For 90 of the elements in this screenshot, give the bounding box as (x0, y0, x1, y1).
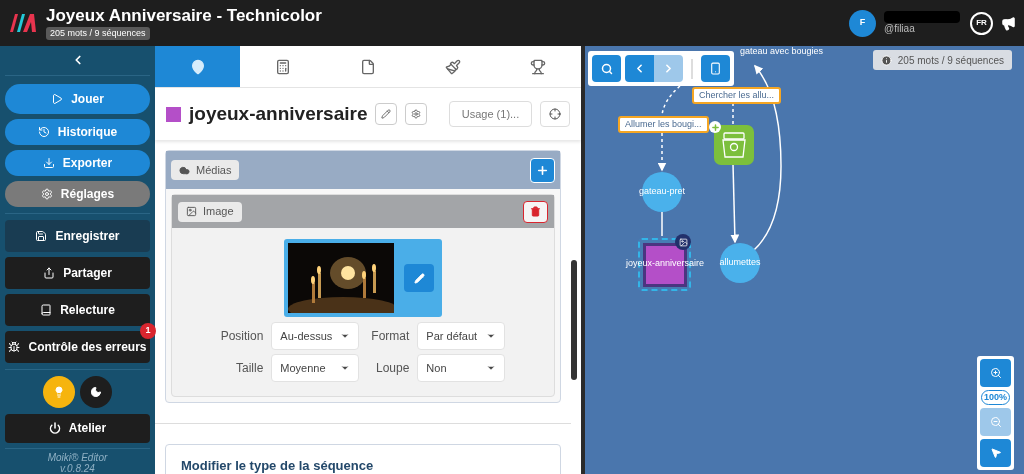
node-label: joyeux-anniversaire (624, 258, 705, 269)
stats-badge: 205 mots / 9 séquences (46, 27, 150, 40)
add-button[interactable] (530, 157, 555, 183)
zoom-out-icon (989, 416, 1002, 428)
dropdown[interactable]: Par défaut (417, 322, 506, 350)
preview-button[interactable] (701, 55, 730, 82)
info-icon (880, 54, 892, 66)
editor-tab[interactable] (155, 46, 241, 87)
delete-button[interactable] (523, 200, 548, 223)
image-icon (186, 206, 197, 217)
dropdown[interactable]: Au-dessus (271, 322, 360, 350)
section-title: Modifier le type de la séquence (181, 458, 374, 473)
brush-icon (445, 58, 462, 75)
search-icon (600, 62, 613, 75)
usage-button[interactable]: Usage (1)... (449, 101, 532, 127)
caret-icon (340, 363, 351, 373)
caret-icon (340, 331, 351, 341)
power-icon (48, 422, 61, 435)
zoom-in-button[interactable] (980, 358, 1011, 387)
crosshair-icon (549, 108, 561, 120)
connector-line (732, 102, 734, 126)
file-icon (360, 58, 376, 75)
trophy-icon (530, 58, 547, 75)
sidebar-button[interactable]: Jouer (5, 83, 150, 114)
pointer-icon (989, 447, 1002, 459)
history-icon (37, 125, 50, 138)
save-icon (35, 229, 48, 242)
sequence-title: joyeux-anniversaire (189, 101, 368, 126)
cloud-icon (179, 164, 190, 176)
bug-icon (8, 340, 21, 353)
node-label: gateau avec bougies (740, 46, 824, 57)
calculator-icon (274, 58, 291, 75)
phone-icon (709, 62, 722, 75)
field-label: Taille (235, 360, 264, 377)
language-button[interactable]: FR (970, 11, 993, 35)
item-node[interactable] (714, 125, 754, 165)
dropdown[interactable]: Non (417, 354, 506, 382)
workshop-button[interactable]: Atelier (5, 413, 150, 443)
matchbox-icon (721, 131, 747, 159)
sidebar-button[interactable]: Réglages (5, 180, 150, 207)
user-avatar[interactable]: F (849, 9, 876, 37)
book-icon (40, 303, 53, 316)
logo-icon (8, 12, 38, 34)
settings-icon (411, 109, 422, 119)
zoom-level: 100% (981, 389, 1010, 405)
project-title: Joyeux Anniversaire - Technicolor (46, 6, 322, 26)
version-text: v.0.8.24 (60, 463, 95, 474)
pencil-icon (413, 272, 425, 284)
announcement-icon[interactable] (1001, 15, 1016, 31)
caret-icon (486, 331, 497, 341)
locate-button[interactable] (540, 101, 570, 127)
plus-icon (536, 163, 549, 177)
field-label: Position (220, 328, 264, 345)
choice-label[interactable]: Chercher les allu... (692, 87, 782, 104)
image-badge-icon (675, 234, 691, 250)
connector-line (661, 211, 663, 237)
zoom-in-icon (989, 366, 1002, 379)
trash-icon (530, 206, 541, 217)
lightbulb-icon (53, 385, 65, 398)
caret-icon (486, 363, 497, 373)
pencil-icon (381, 109, 392, 119)
dark-theme-button[interactable] (80, 375, 112, 408)
media-label: Médias (171, 160, 240, 180)
search-button[interactable] (592, 55, 621, 82)
sidebar-button[interactable]: Partager (5, 256, 150, 289)
sidebar-button[interactable]: Historique (5, 118, 150, 145)
light-theme-button[interactable] (43, 375, 75, 408)
image-label: Image (178, 201, 242, 222)
download-icon (42, 156, 55, 169)
moon-icon (90, 385, 102, 398)
share-icon (43, 266, 56, 279)
rename-button[interactable] (375, 103, 398, 125)
pin-icon (189, 58, 206, 75)
settings-button[interactable] (405, 103, 428, 125)
sidebar-button[interactable]: Exporter (5, 149, 150, 176)
select-tool-button[interactable] (980, 439, 1011, 467)
user-handle: @filiaa (884, 23, 916, 35)
node-label: allumettes (719, 256, 761, 270)
field-label: Loupe (375, 360, 410, 377)
dropdown[interactable]: Moyenne (271, 354, 360, 382)
play-icon (51, 92, 64, 105)
back-button[interactable] (625, 55, 654, 82)
choice-label[interactable]: Allumer les bougi... (618, 116, 709, 133)
add-node-icon[interactable] (709, 121, 721, 133)
field-label: Format (371, 328, 410, 345)
stats-badge: 205 mots / 9 séquences (872, 50, 1012, 70)
gear-icon (40, 187, 53, 200)
edit-image-button[interactable] (404, 264, 434, 292)
sidebar-button[interactable]: Relecture (5, 293, 150, 326)
version-text: Moiki® Editor (47, 452, 108, 463)
